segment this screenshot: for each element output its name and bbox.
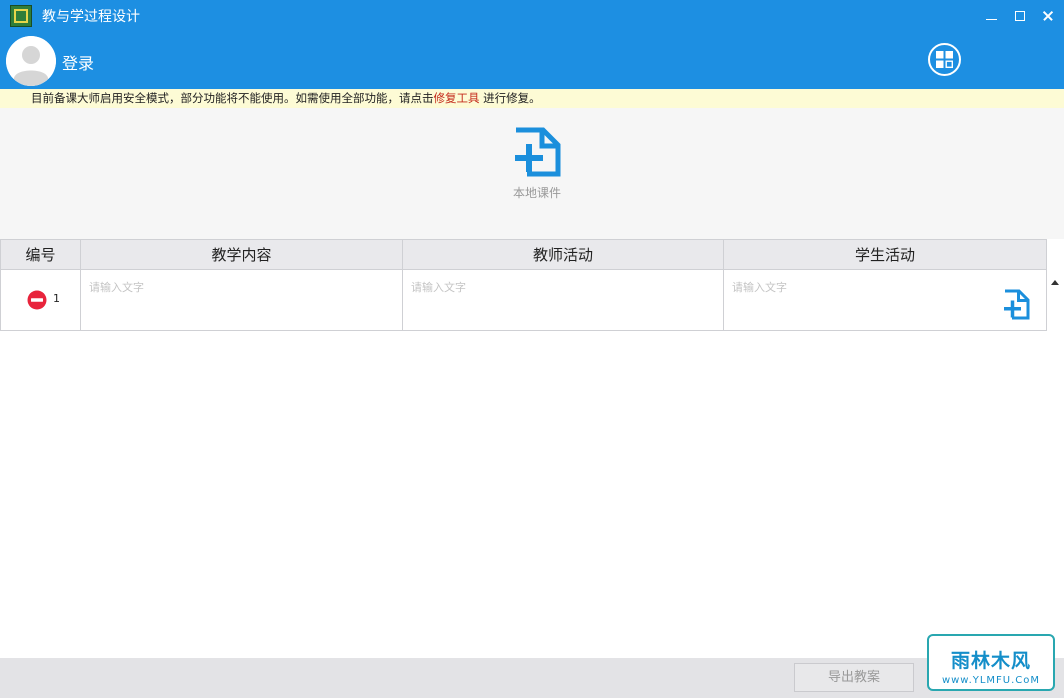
maximize-icon[interactable] — [1009, 5, 1031, 27]
add-file-icon[interactable] — [1002, 289, 1030, 321]
watermark-url: www.YLMFU.CoM — [941, 675, 1041, 686]
student-activity-input[interactable] — [724, 270, 1046, 330]
student-activity-cell — [723, 269, 1047, 331]
table-row: 1 — [0, 269, 1047, 331]
teaching-content-cell — [80, 269, 403, 331]
window-title: 教与学过程设计 — [42, 9, 140, 25]
teacher-activity-cell — [402, 269, 724, 331]
local-courseware-button[interactable]: 本地课件 — [505, 126, 569, 206]
login-link[interactable]: 登录 — [62, 50, 94, 74]
notice-text-end: 进行修复。 — [479, 91, 541, 105]
column-header-student: 学生活动 — [723, 239, 1047, 270]
column-header-teacher: 教师活动 — [402, 239, 724, 270]
notice-text: 目前备课大师启用安全模式，部分功能将不能使用。如需使用全部功能，请点击 — [31, 91, 434, 105]
user-avatar-icon[interactable] — [6, 36, 56, 86]
title-bar: 教与学过程设计 登录 — [0, 0, 1064, 89]
row-number-cell: 1 — [0, 269, 81, 331]
lesson-table: 编号 教学内容 教师活动 学生活动 1 — [0, 239, 1047, 331]
watermark-logo: 雨林木风 www.YLMFU.CoM — [927, 634, 1055, 691]
column-header-content: 教学内容 — [80, 239, 403, 270]
minimize-icon[interactable] — [981, 5, 1003, 27]
watermark-title: 雨林木风 — [950, 650, 1031, 672]
safe-mode-notice: 目前备课大师启用安全模式，部分功能将不能使用。如需使用全部功能，请点击修复工具 … — [0, 89, 1064, 108]
app-logo-icon — [10, 5, 32, 27]
grid-apps-icon[interactable] — [928, 43, 961, 76]
scroll-up-arrow-icon[interactable] — [1047, 271, 1062, 293]
column-header-number: 编号 — [0, 239, 81, 270]
row-number: 1 — [53, 292, 60, 305]
close-icon[interactable] — [1037, 5, 1059, 27]
teacher-activity-input[interactable] — [403, 270, 723, 330]
table-header-row: 编号 教学内容 教师活动 学生活动 — [0, 239, 1047, 270]
export-lesson-plan-button[interactable]: 导出教案 — [794, 663, 914, 692]
teaching-content-input[interactable] — [81, 270, 402, 330]
local-courseware-label: 本地课件 — [512, 186, 561, 200]
repair-tool-link[interactable]: 修复工具 — [434, 91, 480, 105]
add-file-icon — [515, 127, 561, 177]
courseware-area: 本地课件 — [0, 108, 1064, 239]
footer-bar: 导出教案 — [0, 658, 1064, 698]
remove-circle-icon[interactable] — [27, 290, 47, 310]
